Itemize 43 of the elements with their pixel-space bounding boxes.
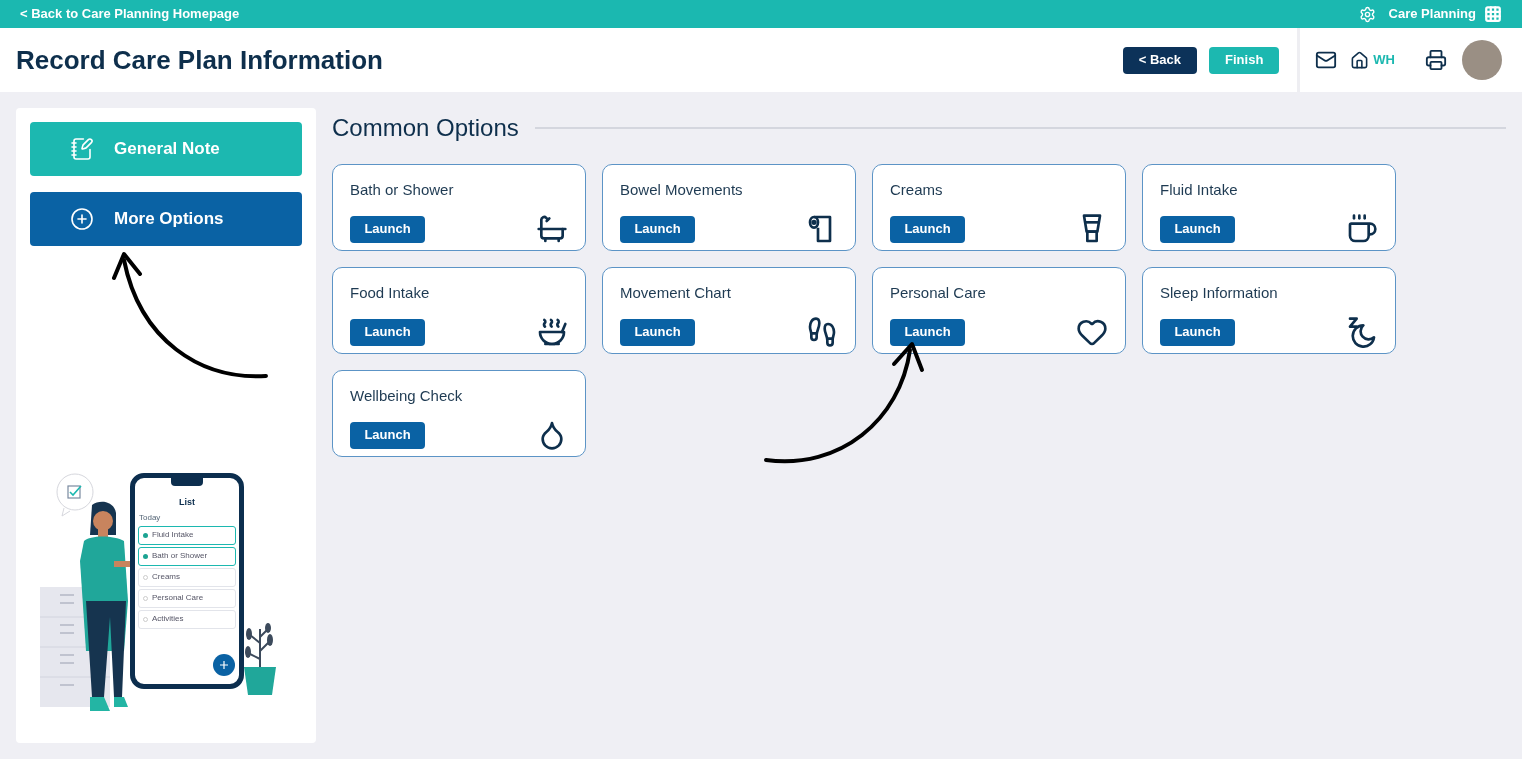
- card-title: Bath or Shower: [350, 180, 455, 200]
- card-title: Fluid Intake: [1160, 180, 1239, 200]
- launch-button[interactable]: Launch: [1160, 215, 1235, 243]
- sidebar-button[interactable]: More Options: [30, 192, 302, 246]
- launch-button[interactable]: Launch: [1160, 318, 1235, 346]
- phone-title: List: [178, 496, 196, 509]
- plus-circle-icon: [70, 207, 94, 231]
- launch-button[interactable]: Launch: [620, 318, 695, 346]
- footprints-icon: [806, 315, 838, 348]
- card-title: Personal Care: [890, 283, 987, 303]
- phone-item-label: Bath or Shower: [152, 550, 208, 562]
- launch-button[interactable]: Launch: [350, 215, 425, 243]
- phone-subtitle: Today: [139, 511, 162, 524]
- card-title: Wellbeing Check: [350, 386, 464, 406]
- card-title: Creams: [890, 180, 944, 200]
- cup-icon: [1346, 212, 1378, 245]
- phone-notch: [171, 478, 203, 486]
- phone-item-label: Activities: [152, 613, 184, 625]
- phone-item-label: Fluid Intake: [152, 529, 194, 541]
- avatar[interactable]: [1462, 40, 1502, 80]
- app-name: Care Planning: [1388, 5, 1476, 24]
- home-icon[interactable]: [1350, 50, 1370, 70]
- moon-sleep-icon: [1346, 315, 1378, 348]
- mail-icon[interactable]: [1315, 49, 1338, 71]
- card-title: Bowel Movements: [620, 180, 744, 200]
- phone-item-label: Creams: [152, 571, 180, 583]
- page-title: Record Care Plan Information: [16, 43, 383, 77]
- launch-button[interactable]: Launch: [890, 318, 965, 346]
- home-label: WH: [1373, 51, 1395, 70]
- thought-bubble-drawing: [56, 473, 96, 517]
- card-title: Sleep Information: [1160, 283, 1279, 303]
- launch-button[interactable]: Launch: [620, 215, 695, 243]
- phone-item-label: Personal Care: [152, 592, 204, 604]
- launch-button[interactable]: Launch: [350, 318, 425, 346]
- notepad-icon: [70, 137, 94, 161]
- section-title: Common Options: [332, 113, 519, 143]
- launch-button[interactable]: Launch: [350, 421, 425, 449]
- fab-plus-icon: [213, 654, 235, 676]
- launch-button[interactable]: Launch: [890, 215, 965, 243]
- card-title: Movement Chart: [620, 283, 732, 303]
- printer-icon[interactable]: [1425, 49, 1447, 71]
- card-title: Food Intake: [350, 283, 431, 303]
- back-button[interactable]: < Back: [1122, 46, 1198, 74]
